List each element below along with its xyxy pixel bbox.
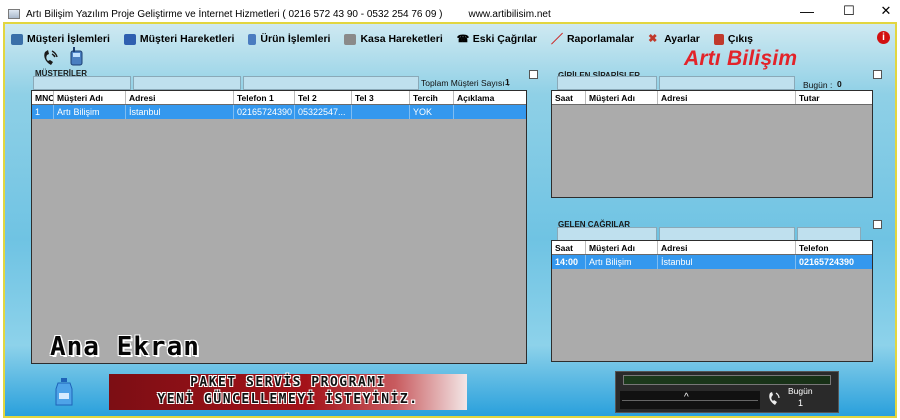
calls-grid: Saat Müşteri Adı Adresi Telefon 14:00 Ar…: [551, 240, 873, 362]
table-cell: 02165724390: [799, 257, 855, 267]
customers-grid-header: MNO Müşteri Adı Adresi Telefon 1 Tel 2 T…: [32, 91, 526, 105]
call-filter-box-2[interactable]: [659, 227, 795, 241]
customer-activity-icon: [123, 33, 136, 45]
menu-reports[interactable]: ／ Raporlamalar: [545, 30, 642, 48]
column-header[interactable]: Müşteri Adı: [54, 91, 126, 104]
call-filter-box-1[interactable]: [557, 227, 657, 241]
menu-exit[interactable]: Çıkış: [708, 30, 761, 48]
minimize-button[interactable]: —: [787, 0, 827, 22]
water-bottle-icon: [55, 378, 73, 406]
maximize-button[interactable]: ☐: [829, 0, 869, 22]
column-header[interactable]: Telefon 1: [234, 91, 295, 104]
table-row[interactable]: 1 Artı Bilişim İstanbul 02165724390 0532…: [32, 105, 526, 119]
column-header[interactable]: Telefon: [796, 241, 872, 254]
waveform-marker: ^: [684, 392, 689, 403]
orders-grid: Saat Müşteri Adı Adresi Tutar: [551, 90, 873, 198]
brand-logo: Artı Bilişim: [684, 47, 798, 70]
table-cell: Artı Bilişim: [586, 255, 658, 269]
signal-level-bar: [623, 375, 831, 385]
order-filter-box-2[interactable]: [659, 76, 795, 90]
phone-icon: [44, 50, 58, 65]
table-row[interactable]: 14:00 Artı Bilişim İstanbul 02165724390: [552, 255, 872, 269]
call-waveform: ^: [620, 391, 760, 409]
waveform-line: [622, 400, 758, 401]
column-header[interactable]: Açıklama: [454, 91, 508, 104]
column-header[interactable]: Tel 3: [352, 91, 410, 104]
update-banner[interactable]: PAKET SERVİS PROGRAMI YENİ GÜNCELLEMEYİ …: [109, 374, 467, 410]
settings-icon: ✖: [648, 32, 658, 45]
exit-icon: [713, 33, 724, 45]
close-button[interactable]: ✕: [866, 0, 900, 22]
column-header[interactable]: Adresi: [126, 91, 234, 104]
column-header[interactable]: Müşteri Adı: [586, 91, 658, 104]
column-header[interactable]: Tel 2: [295, 91, 352, 104]
order-filter-box-1[interactable]: [557, 76, 657, 90]
call-filter-box-3[interactable]: [797, 227, 861, 241]
column-header[interactable]: Adresi: [658, 91, 796, 104]
cordless-phone-icon: [70, 47, 83, 66]
menu-settings[interactable]: ✖ Ayarlar: [642, 30, 708, 48]
column-header[interactable]: Tercih: [410, 91, 454, 104]
screen-title: Ana Ekran: [50, 332, 200, 362]
customers-grid: MNO Müşteri Adı Adresi Telefon 1 Tel 2 T…: [31, 90, 527, 364]
app-icon: [8, 9, 20, 19]
column-header[interactable]: Tutar: [796, 91, 860, 104]
column-header[interactable]: Adresi: [658, 241, 796, 254]
table-cell: 05322547...: [295, 105, 352, 119]
menu-customer-operations[interactable]: Müşteri İşlemleri: [5, 30, 118, 48]
window-title: Artı Bilişim Yazılım Proje Geliştirme ve…: [26, 8, 443, 20]
table-cell: Artı Bilişim: [54, 105, 126, 119]
table-cell: [352, 105, 410, 119]
phone-ringing-icon: [769, 392, 780, 405]
customer-total-value: 1: [505, 77, 510, 87]
call-status-panel: ^ Bugün 1: [615, 371, 839, 413]
customer-filter-box-3[interactable]: [243, 76, 419, 90]
menu-product-operations[interactable]: Ürün İşlemleri: [242, 30, 338, 48]
banner-line-1: PAKET SERVİS PROGRAMI: [190, 375, 386, 390]
customer-filter-box-2[interactable]: [133, 76, 241, 90]
calls-checkbox[interactable]: [873, 220, 882, 229]
orders-today-value: 0: [837, 79, 842, 89]
customer-filter-box-1[interactable]: [33, 76, 131, 90]
menu-customer-activity[interactable]: Müşteri Hareketleri: [118, 30, 243, 48]
status-today-label: Bugün: [788, 386, 813, 396]
table-cell: [454, 105, 508, 119]
orders-grid-header: Saat Müşteri Adı Adresi Tutar: [552, 91, 872, 105]
menu-bar: Müşteri İşlemleri Müşteri Hareketleri Ür…: [5, 29, 895, 49]
column-header[interactable]: MNO: [32, 91, 54, 104]
table-cell: İstanbul: [658, 255, 796, 269]
table-cell: 14:00: [552, 255, 586, 269]
product-icon: [248, 33, 257, 45]
customer-icon: [11, 33, 23, 45]
customer-total-label: Toplam Müşteri Sayısı :: [421, 78, 510, 88]
calls-grid-header: Saat Müşteri Adı Adresi Telefon: [552, 241, 872, 255]
orders-checkbox[interactable]: [873, 70, 882, 79]
website-url: www.artibilisim.net: [468, 8, 551, 20]
table-cell: 02165724390: [234, 105, 295, 119]
reports-icon: ／: [550, 31, 563, 46]
status-today-count: 1: [798, 398, 804, 408]
banner-line-2: YENİ GÜNCELLEMEYİ İSTEYİNİZ.: [157, 392, 419, 407]
old-calls-icon: ☎: [456, 33, 470, 45]
menu-old-calls[interactable]: ☎ Eski Çağrılar: [451, 30, 545, 48]
orders-today-label: Bugün :: [803, 80, 833, 90]
table-cell: İstanbul: [126, 105, 234, 119]
table-cell: YOK: [410, 105, 454, 119]
column-header[interactable]: Saat: [552, 241, 586, 254]
customers-checkbox[interactable]: [529, 70, 538, 79]
info-icon[interactable]: i: [877, 31, 890, 44]
column-header[interactable]: Müşteri Adı: [586, 241, 658, 254]
cash-register-icon: [344, 33, 357, 45]
table-cell: 1: [32, 105, 54, 119]
column-header[interactable]: Saat: [552, 91, 586, 104]
main-window: Müşteri İşlemleri Müşteri Hareketleri Ür…: [3, 22, 897, 418]
menu-cash-activity[interactable]: Kasa Hareketleri: [338, 30, 450, 48]
